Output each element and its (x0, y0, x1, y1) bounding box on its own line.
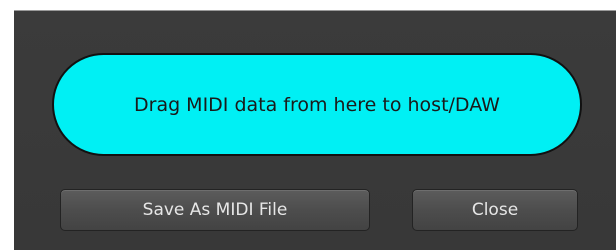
midi-export-panel: Drag MIDI data from here to host/DAW Sav… (14, 10, 616, 250)
drag-area-label: Drag MIDI data from here to host/DAW (134, 93, 500, 116)
save-button-label: Save As MIDI File (142, 200, 288, 220)
close-button[interactable]: Close (412, 189, 578, 231)
save-as-midi-file-button[interactable]: Save As MIDI File (60, 189, 370, 231)
close-button-label: Close (471, 200, 519, 220)
midi-drag-area[interactable]: Drag MIDI data from here to host/DAW (52, 53, 582, 156)
